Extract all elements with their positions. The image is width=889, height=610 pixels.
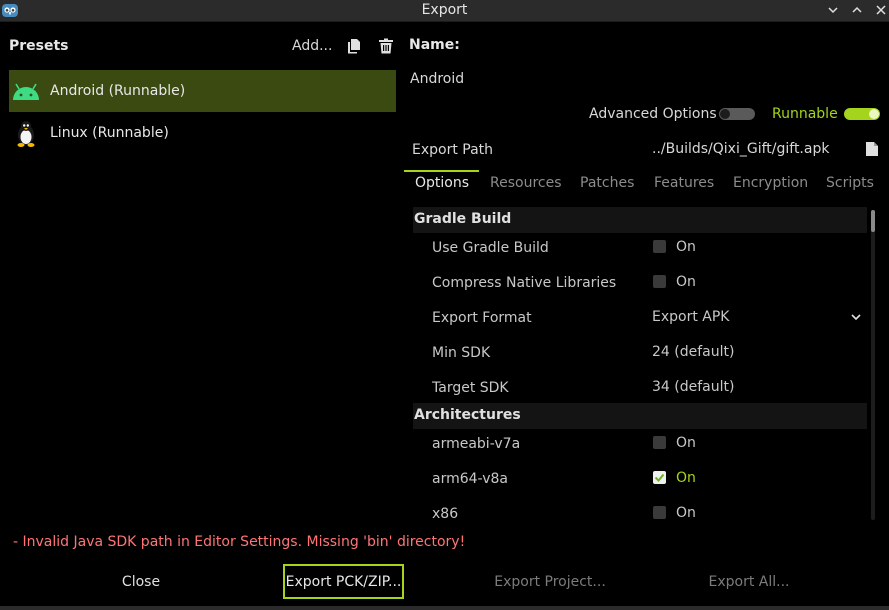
duplicate-icon[interactable] (346, 38, 362, 54)
active-tab-indicator (404, 170, 479, 172)
min-sdk-field[interactable]: 24 (default) (652, 344, 734, 360)
x86-value[interactable]: On (676, 505, 696, 521)
checkmark-icon (654, 473, 665, 482)
use-gradle-build-value[interactable]: On (676, 239, 696, 255)
min-sdk-label: Min SDK (432, 345, 491, 361)
export-format-select[interactable]: Export APK (652, 309, 729, 325)
preset-label: Linux (Runnable) (50, 125, 169, 141)
arm64-v8a-value[interactable]: On (676, 470, 696, 486)
tab-resources[interactable]: Resources (490, 175, 562, 191)
use-gradle-build-checkbox[interactable] (653, 240, 666, 253)
tab-encryption[interactable]: Encryption (733, 175, 808, 191)
close-icon[interactable] (871, 1, 889, 19)
section-gradle-build[interactable]: Gradle Build (413, 207, 867, 233)
tab-scripts[interactable]: Scripts (826, 175, 874, 191)
export-path-field[interactable]: ../Builds/Qixi_Gift/gift.apk (652, 141, 829, 157)
minimize-icon[interactable] (823, 1, 843, 19)
runnable-toggle[interactable] (844, 108, 880, 120)
export-all-button[interactable]: Export All... (704, 564, 794, 599)
name-label: Name: (409, 37, 460, 53)
use-gradle-build-label: Use Gradle Build (432, 240, 549, 256)
runnable-label: Runnable (772, 106, 838, 122)
compress-native-libraries-label: Compress Native Libraries (432, 275, 617, 291)
arm64-v8a-label: arm64-v8a (432, 471, 508, 487)
chevron-down-icon[interactable] (850, 311, 862, 323)
title-bar: Export (0, 0, 889, 22)
preset-item-android[interactable]: Android (Runnable) (9, 70, 396, 112)
tab-patches[interactable]: Patches (580, 175, 634, 191)
armeabi-v7a-label: armeabi-v7a (432, 436, 521, 452)
compress-native-libraries-checkbox[interactable] (653, 275, 666, 288)
name-field[interactable]: Android (410, 71, 464, 87)
window-title: Export (421, 2, 468, 18)
x86-checkbox[interactable] (653, 506, 666, 519)
armeabi-v7a-value[interactable]: On (676, 435, 696, 451)
export-format-label: Export Format (432, 310, 532, 326)
export-path-label: Export Path (412, 142, 494, 158)
file-icon[interactable] (865, 141, 879, 157)
advanced-options-toggle[interactable] (719, 108, 755, 120)
target-sdk-field[interactable]: 34 (default) (652, 379, 734, 395)
preset-label: Android (Runnable) (50, 83, 186, 99)
section-title: Gradle Build (414, 211, 512, 227)
tab-features[interactable]: Features (654, 175, 714, 191)
presets-title: Presets (9, 38, 69, 54)
target-sdk-label: Target SDK (432, 380, 509, 396)
export-project-button[interactable]: Export Project... (489, 564, 611, 599)
linux-icon (11, 118, 41, 148)
tab-options[interactable]: Options (415, 175, 469, 191)
add-preset-button[interactable]: Add... (292, 38, 332, 54)
section-architectures[interactable]: Architectures (413, 403, 867, 429)
window-bottom-border (0, 606, 889, 610)
close-button[interactable]: Close (111, 564, 171, 599)
android-icon (11, 76, 41, 106)
maximize-icon[interactable] (847, 1, 867, 19)
options-scrollbar[interactable] (871, 210, 875, 520)
trash-icon[interactable] (378, 38, 394, 54)
armeabi-v7a-checkbox[interactable] (653, 436, 666, 449)
compress-native-libraries-value[interactable]: On (676, 274, 696, 290)
arm64-v8a-checkbox[interactable] (653, 471, 666, 484)
x86-label: x86 (432, 506, 459, 522)
scrollbar-thumb[interactable] (871, 210, 875, 232)
export-pck-zip-button[interactable]: Export PCK/ZIP... (283, 564, 404, 599)
advanced-options-label: Advanced Options (589, 106, 717, 122)
preset-item-linux[interactable]: Linux (Runnable) (9, 112, 396, 154)
section-title: Architectures (414, 407, 521, 423)
error-message: - Invalid Java SDK path in Editor Settin… (13, 534, 466, 550)
